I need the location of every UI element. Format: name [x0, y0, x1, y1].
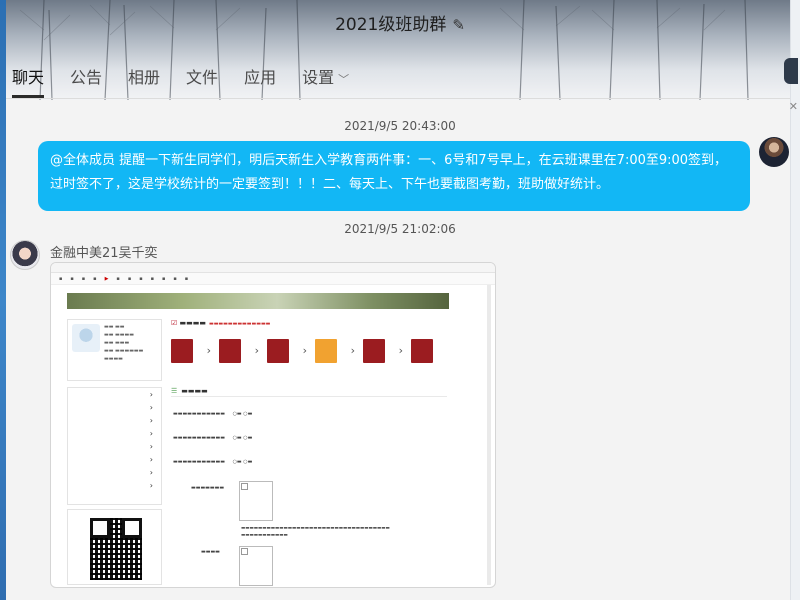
form-question: ▬▬▬▬▬▬▬▬▬▬▬ ○▬ ○▬ — [173, 411, 253, 417]
tab-apps-label: 应用 — [244, 68, 277, 87]
arrow-icon — [315, 339, 337, 363]
message-text: @全体成员 提醒一下新生同学们，明后天新生入学教育两件事：一、6号和7号早上，在… — [50, 153, 728, 192]
section-divider — [171, 396, 447, 397]
tab-album[interactable]: 相册 — [128, 64, 160, 98]
form-question: ▬▬▬▬▬▬▬▬▬▬▬ ○▬ ○▬ — [173, 459, 253, 465]
left-window-edge — [0, 0, 6, 600]
tab-settings[interactable]: 设置 ﹀ — [302, 64, 349, 98]
dollar-icon — [363, 339, 385, 363]
screenshot-address-bar — [51, 263, 495, 273]
tab-files[interactable]: 文件 — [186, 64, 218, 98]
menu-item — [68, 453, 161, 466]
menu-item — [68, 401, 161, 414]
tab-chat[interactable]: 聊天 — [12, 64, 45, 98]
screenshot-section-title: ▬▬▬▬ — [171, 387, 207, 395]
upload-image-placeholder — [239, 546, 273, 586]
screenshot-side-menu — [67, 387, 162, 505]
tab-announcement-label: 公告 — [70, 68, 103, 87]
screenshot-steps: › › › › › — [171, 339, 451, 373]
close-icon[interactable]: ✕ — [789, 100, 798, 113]
form-question: ▬▬▬▬▬▬▬ — [191, 485, 225, 491]
tabs-divider — [6, 98, 790, 99]
qr-code-icon — [90, 518, 142, 580]
tab-announcement[interactable]: 公告 — [70, 64, 102, 98]
right-scroll-edge[interactable] — [790, 0, 800, 600]
menu-item — [68, 414, 161, 427]
step-item: › — [315, 339, 355, 363]
form-question: ▬▬▬▬▬▬▬▬▬▬▬ ○▬ ○▬ — [173, 435, 253, 441]
profile-text-lines: ▬▬ ▬▬ ▬▬ ▬▬▬▬ ▬▬ ▬▬▬ ▬▬ ▬▬▬▬▬▬ ▬▬▬▬ — [104, 324, 144, 362]
chevron-down-icon: ﹀ — [338, 73, 350, 86]
tab-settings-label: 设置 — [302, 68, 335, 87]
image-icon — [411, 339, 433, 363]
tab-apps[interactable]: 应用 — [244, 64, 276, 98]
menu-item — [68, 440, 161, 453]
group-title-text: 2021级班助群 — [335, 15, 447, 35]
message-timestamp: 2021/9/5 21:02:06 — [344, 222, 456, 236]
upload-image-placeholder — [239, 481, 273, 521]
menu-item — [68, 388, 161, 401]
menu-item — [68, 479, 161, 492]
step-item — [411, 339, 433, 363]
my-avatar[interactable] — [759, 137, 789, 167]
group-tabs: 聊天 公告 相册 文件 应用 设置 ﹀ — [12, 64, 375, 98]
menu-item — [68, 466, 161, 479]
group-title: 2021级班助群 ✎ — [0, 10, 800, 35]
tab-chat-label: 聊天 — [12, 68, 45, 87]
user-avatar-icon — [72, 324, 100, 352]
image-message[interactable]: ▪ ▪ ▪ ▪ ▶ ▪ ▪ ▪ ▪ ▪ ▪ ▪ ▬▬ ▬▬ ▬▬ ▬▬▬▬ ▬▬ ▬▬▬ ▬▬ ▬▬▬▬▬▬… — [50, 262, 496, 588]
form-hint-text: ▬▬▬▬▬▬▬▬▬▬▬▬▬▬▬▬▬▬▬▬▬▬▬▬▬▬▬▬▬▬▬▬▬▬▬ ▬▬▬▬▬… — [241, 526, 390, 538]
screenshot-scrollbar — [487, 285, 491, 585]
tab-files-label: 文件 — [186, 68, 219, 87]
side-panel-handle[interactable] — [784, 58, 798, 84]
tab-album-label: 相册 — [128, 68, 161, 87]
screenshot-bookmarks-bar: ▪ ▪ ▪ ▪ ▶ ▪ ▪ ▪ ▪ ▪ ▪ ▪ — [51, 273, 495, 285]
form-question: ▬▬▬▬ — [201, 549, 220, 555]
edit-icon — [171, 339, 193, 363]
sender-name[interactable]: 金融中美21吴千奕 — [50, 242, 158, 261]
screenshot-banner-image — [67, 293, 449, 309]
step-item: › — [219, 339, 259, 363]
home-icon — [267, 339, 289, 363]
document-icon — [219, 339, 241, 363]
step-item: › — [363, 339, 403, 363]
message-timestamp: 2021/9/5 20:43:00 — [344, 119, 456, 133]
screenshot-form-title: ☑ ▬▬▬▬ ▬▬▬▬▬▬▬▬▬▬▬▬▬ — [171, 319, 271, 327]
step-item: › — [267, 339, 307, 363]
menu-item — [68, 427, 161, 440]
outgoing-message-bubble[interactable]: @全体成员 提醒一下新生同学们，明后天新生入学教育两件事：一、6号和7号早上，在… — [38, 141, 750, 211]
pencil-icon[interactable]: ✎ — [452, 16, 465, 34]
step-item: › — [171, 339, 211, 363]
sender-avatar[interactable] — [10, 240, 40, 270]
screenshot-qr-panel — [67, 509, 162, 585]
screenshot-profile-card: ▬▬ ▬▬ ▬▬ ▬▬▬▬ ▬▬ ▬▬▬ ▬▬ ▬▬▬▬▬▬ ▬▬▬▬ — [67, 319, 162, 381]
